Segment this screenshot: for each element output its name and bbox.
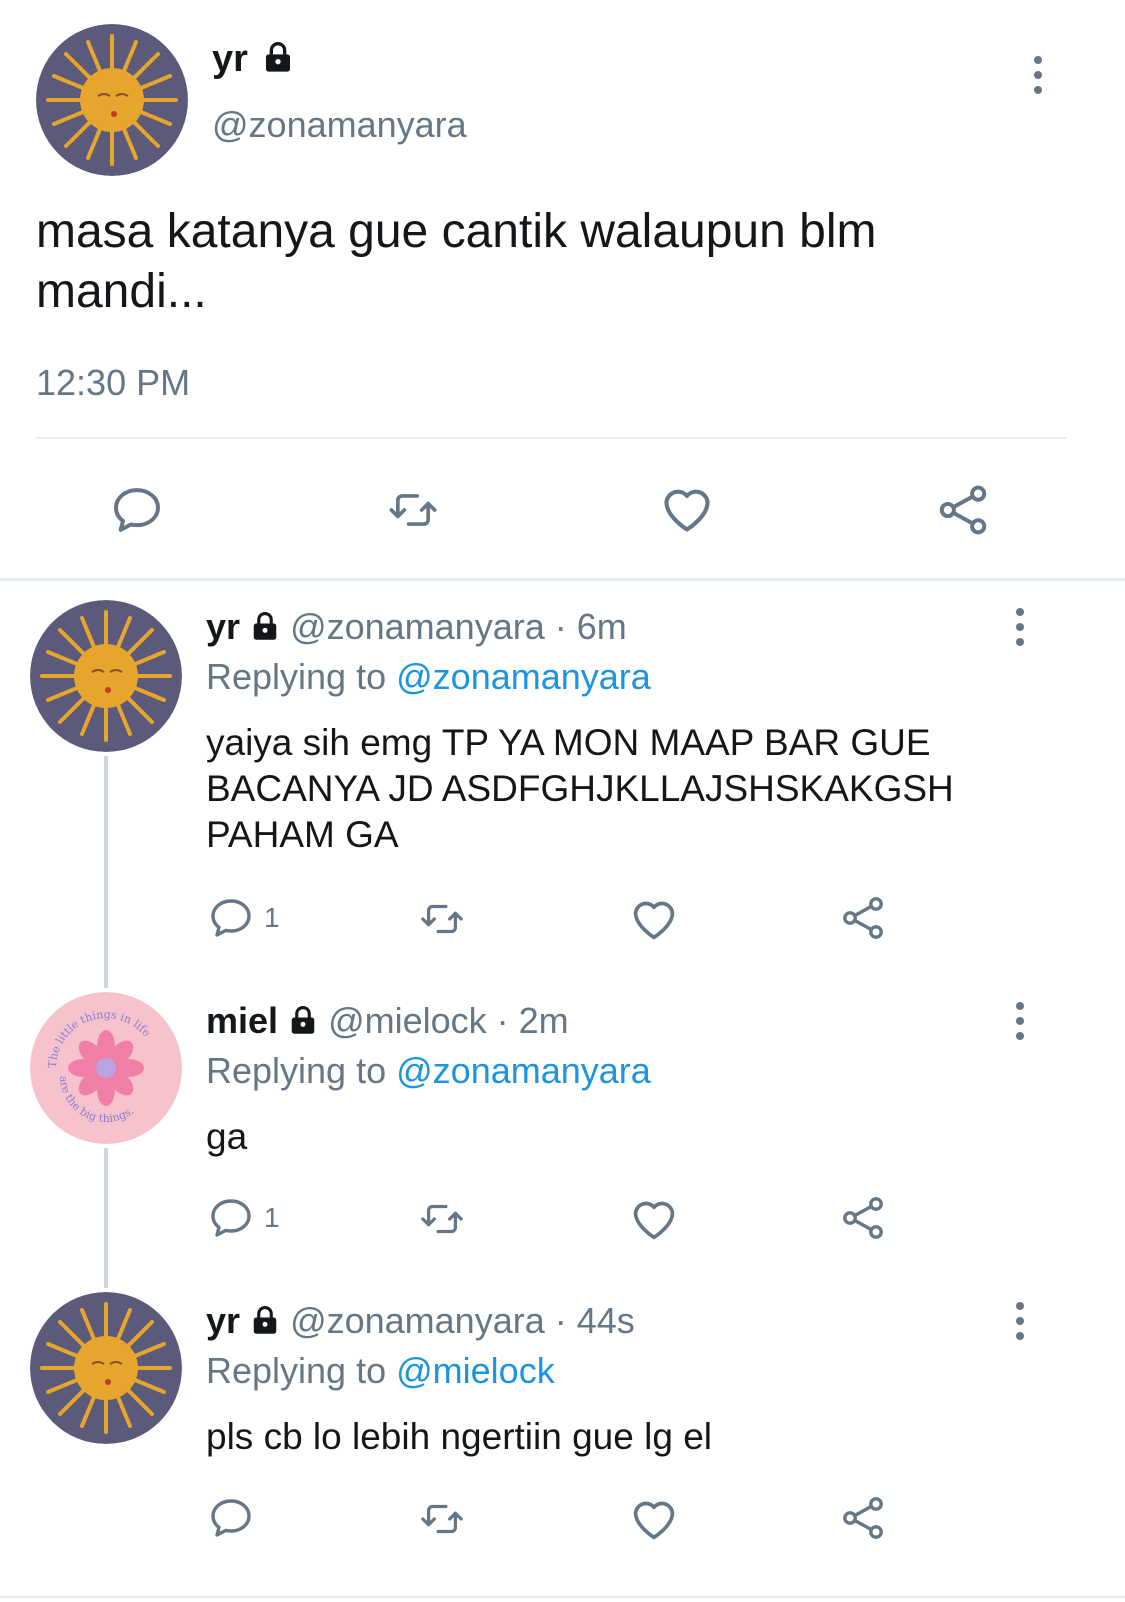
reply-text-line: pls cb lo lebih ngertiin gue lg el [206, 1416, 712, 1457]
share-icon[interactable] [838, 894, 888, 942]
replying-to-label: Replying to [206, 656, 387, 697]
reply-text-line: PAHAM GA [206, 814, 399, 855]
reply-icon[interactable] [206, 894, 256, 942]
reply-header: miel @mielock · 2m [206, 1000, 569, 1042]
display-name[interactable]: yr [206, 606, 240, 647]
reply-count: 1 [264, 902, 280, 933]
tweet-text-line: masa katanya gue cantik walaupun blm [36, 205, 877, 258]
reply-icon[interactable] [108, 482, 166, 538]
reply-text-line: BACANYA JD ASDFGHJKLLAJSHSKAKGSH [206, 768, 954, 809]
reply-header: yr @zonamanyara · 6m [206, 606, 627, 648]
tweet-timestamp[interactable]: 12:30 PM [36, 362, 190, 404]
lock-icon [250, 1305, 280, 1335]
thread-line [104, 1148, 108, 1288]
share-icon[interactable] [934, 482, 992, 538]
divider [36, 437, 1066, 439]
lock-icon [262, 41, 294, 73]
retweet-icon[interactable] [414, 1196, 470, 1242]
share-icon[interactable] [838, 1194, 888, 1242]
reply-icon[interactable] [206, 1494, 256, 1542]
more-icon[interactable] [1016, 608, 1030, 653]
handle[interactable]: @zonamanyara [290, 606, 545, 647]
more-icon[interactable] [1016, 1002, 1030, 1047]
heart-icon[interactable] [658, 480, 716, 538]
replying-to: Replying to @zonamanyara [206, 656, 651, 698]
replying-to: Replying to @zonamanyara [206, 1050, 651, 1092]
handle[interactable]: @mielock [328, 1000, 487, 1041]
tweet-text-line: mandi... [36, 265, 207, 318]
more-icon[interactable] [1016, 1302, 1030, 1347]
display-name[interactable]: yr [206, 1300, 240, 1341]
reply-text-line: yaiya sih emg TP YA MON MAAP BAR GUE [206, 722, 931, 763]
replying-to-link[interactable]: @mielock [396, 1350, 555, 1391]
heart-icon[interactable] [628, 1193, 680, 1245]
replying-to-label: Replying to [206, 1350, 387, 1391]
timestamp: · 44s [554, 1300, 635, 1341]
heart-icon[interactable] [628, 893, 680, 945]
reply-count: 1 [264, 1202, 280, 1233]
retweet-icon[interactable] [414, 1496, 470, 1542]
reply-avatar[interactable] [30, 1292, 182, 1444]
sun-avatar-image [30, 600, 182, 752]
sun-avatar-image [36, 24, 188, 176]
share-icon[interactable] [838, 1494, 888, 1542]
thread-line [104, 756, 108, 988]
lock-icon [250, 611, 280, 641]
reply-text: yaiya sih emg TP YA MON MAAP BAR GUE BAC… [206, 720, 954, 858]
reply-text-line: ga [206, 1116, 248, 1157]
reply-header: yr @zonamanyara · 44s [206, 1300, 635, 1342]
replying-to-link[interactable]: @zonamanyara [396, 1050, 651, 1091]
reply-text: pls cb lo lebih ngertiin gue lg el [206, 1414, 712, 1460]
main-tweet-avatar[interactable] [36, 24, 188, 176]
sun-avatar-image [30, 1292, 182, 1444]
flower-avatar-image: The little things in life are the big th… [30, 992, 182, 1144]
main-tweet-handle[interactable]: @zonamanyara [212, 104, 467, 146]
display-name[interactable]: miel [206, 1000, 278, 1041]
timestamp: · 6m [554, 606, 627, 647]
retweet-icon[interactable] [382, 484, 444, 536]
section-divider [0, 578, 1125, 581]
timestamp: · 2m [496, 1000, 569, 1041]
reply-avatar[interactable]: The little things in life are the big th… [30, 992, 182, 1144]
heart-icon[interactable] [628, 1493, 680, 1545]
section-divider [0, 1596, 1125, 1598]
replying-to-label: Replying to [206, 1050, 387, 1091]
reply-text: ga [206, 1114, 247, 1160]
lock-icon [288, 1005, 318, 1035]
reply-icon[interactable] [206, 1194, 256, 1242]
replying-to: Replying to @mielock [206, 1350, 555, 1392]
replying-to-link[interactable]: @zonamanyara [396, 656, 651, 697]
display-name[interactable]: yr [212, 38, 248, 80]
more-icon[interactable] [1034, 56, 1048, 101]
retweet-icon[interactable] [414, 896, 470, 942]
main-tweet-name-row: yr [212, 38, 294, 81]
reply-avatar[interactable] [30, 600, 182, 752]
main-tweet-text: masa katanya gue cantik walaupun blm man… [36, 202, 877, 322]
handle[interactable]: @zonamanyara [290, 1300, 545, 1341]
